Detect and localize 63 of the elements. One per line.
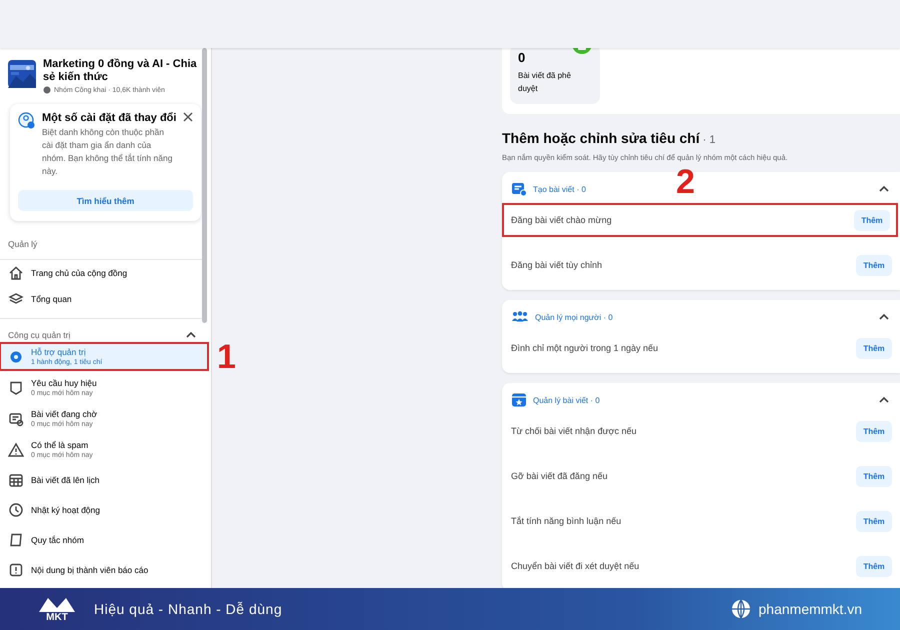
tool-item[interactable]: Nội dung bị thành viên báo cáo <box>0 557 211 583</box>
annotation-number: 1 <box>217 340 236 374</box>
add-button[interactable]: Thêm <box>856 556 892 576</box>
card-title: Tạo bài viết · 0 <box>533 184 587 194</box>
badge-icon <box>8 380 24 396</box>
nav-item[interactable]: Trang chủ của cộng đồng <box>0 260 211 286</box>
group-name[interactable]: Marketing 0 đồng và AI - Chia sẻ kiến thức <box>43 58 197 84</box>
tool-label: Có thể là spam <box>31 440 90 450</box>
card-title: Quản lý mọi người · 0 <box>535 312 614 322</box>
tool-label: Quy tắc nhóm <box>31 535 84 545</box>
section-heading: Thêm hoặc chỉnh sửa tiêu chí <box>502 130 700 146</box>
add-button[interactable]: Thêm <box>856 510 892 532</box>
section-title: Quản lý <box>7 238 38 251</box>
tool-label: Yêu cầu huy hiệu <box>31 378 97 388</box>
add-button[interactable]: Thêm <box>856 338 892 358</box>
tool-label: Nhật ký hoạt động <box>31 505 100 515</box>
notice-text: Biệt danh không còn thuộc phần cài đặt tham gia ẩn danh của nhóm. Bạn không thể tắt tính năng này. <box>42 126 174 178</box>
criteria-label: Chuyển bài viết đi xét duyệt nếu <box>511 561 640 571</box>
criteria-label: Gỡ bài viết đã đăng nếu <box>511 471 608 481</box>
tool-item[interactable]: Nhật ký hoạt động <box>0 497 211 523</box>
section-title: Công cụ quản trị <box>8 330 70 340</box>
post-icon <box>511 181 527 197</box>
count-label: · 1 <box>702 134 716 146</box>
stat-label: Bài viết đã phê duyệt <box>518 70 572 95</box>
add-button[interactable]: Thêm <box>856 466 892 486</box>
calendar-icon <box>8 472 24 488</box>
warning-icon <box>8 442 24 458</box>
report-icon <box>8 562 24 578</box>
add-button[interactable]: Thêm <box>856 254 892 276</box>
collapse-icon[interactable] <box>878 312 890 322</box>
criteria-label: Từ chối bài viết nhận được nếu <box>511 426 637 436</box>
criteria-label: Tắt tính năng bình luận nếu <box>511 516 622 526</box>
settings-icon <box>18 112 36 130</box>
home-icon <box>8 265 24 281</box>
annotation-number: 2 <box>676 165 695 199</box>
add-button[interactable]: Thêm <box>854 210 890 230</box>
clock-icon <box>8 502 24 518</box>
criteria-label: Đình chỉ một người trong 1 ngày nếu <box>511 343 658 353</box>
collapse-icon[interactable] <box>878 184 890 194</box>
rules-icon <box>8 532 24 548</box>
criteria-label: Đăng bài viết chào mừng <box>511 215 612 225</box>
slogan-text: Hiệu quả - Nhanh - Dễ dùng <box>94 601 284 617</box>
collapse-icon[interactable] <box>185 330 197 340</box>
stat-value: 0 <box>518 50 526 65</box>
criteria-label: Đăng bài viết tùy chỉnh <box>511 260 602 270</box>
pending-post-icon <box>8 410 24 426</box>
calendar-icon <box>511 392 527 408</box>
tool-label: Nội dung bị thành viên báo cáo <box>31 565 148 575</box>
tool-item[interactable]: Quy tắc nhóm <box>0 527 211 553</box>
tool-label: Hỗ trợ quản trị <box>31 347 87 357</box>
logo-text: MKT <box>46 612 68 622</box>
mountain-icon <box>39 596 75 612</box>
learn-more-button[interactable]: Tìm hiểu thêm <box>18 190 193 211</box>
tool-label: Bài viết đã lên lịch <box>31 475 100 485</box>
nav-item[interactable]: Tổng quan <box>0 286 211 312</box>
card-title: Quản lý bài viết · 0 <box>533 396 601 404</box>
tool-item[interactable]: Bài viết đã lên lịch <box>0 467 211 493</box>
add-button[interactable]: Thêm <box>856 420 892 442</box>
notice-title: Một số cài đặt đã thay đổi <box>42 112 177 124</box>
close-icon[interactable] <box>183 112 193 122</box>
collapse-icon[interactable] <box>878 395 890 405</box>
tool-label: Bài viết đang chờ <box>31 409 98 419</box>
website-text: phanmemmkt.vn <box>758 601 862 617</box>
